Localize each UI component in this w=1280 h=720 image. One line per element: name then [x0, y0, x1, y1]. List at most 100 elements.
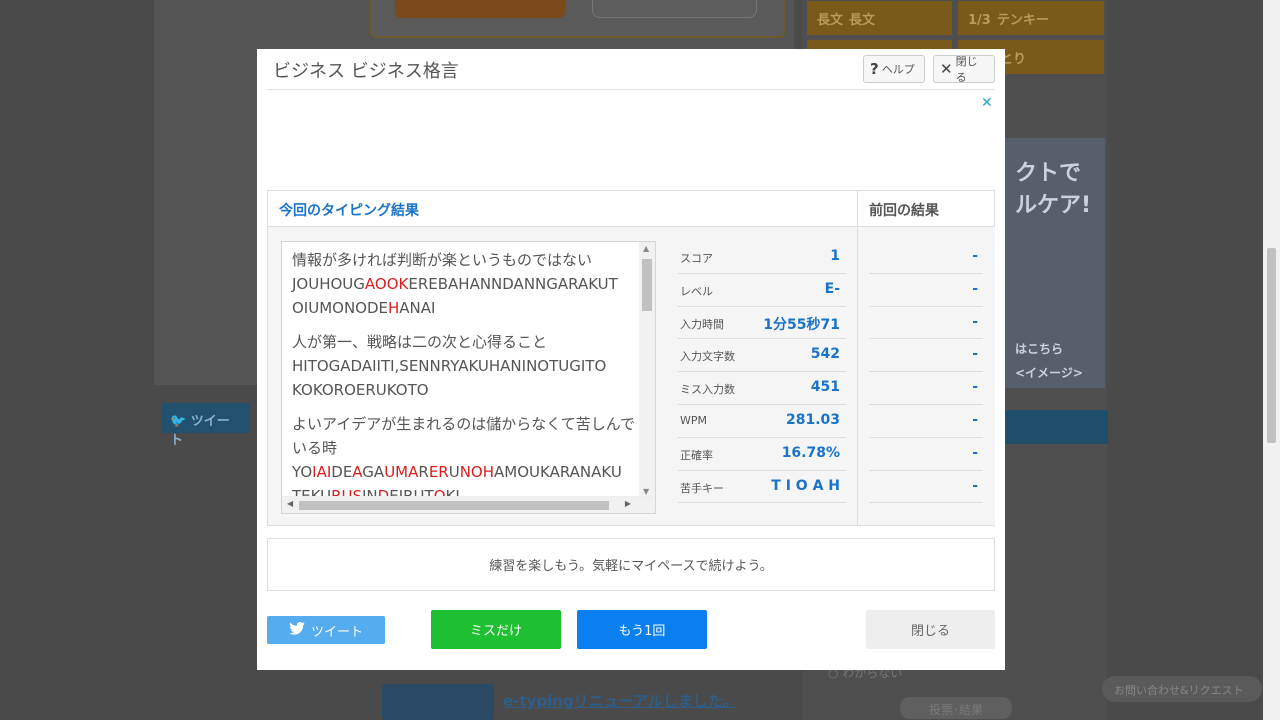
- scroll-left-icon[interactable]: ◀: [287, 499, 293, 508]
- page-scrollbar-thumb[interactable]: [1267, 248, 1276, 443]
- ad-close-icon[interactable]: ✕: [981, 95, 993, 111]
- missed-characters: ER: [428, 463, 449, 481]
- bg-secondary-button: [592, 0, 757, 18]
- stat-row: 入力時間 1分55秒71: [678, 307, 846, 340]
- missed-characters: AOOK: [364, 275, 409, 293]
- bg-tile-icon: 1/3: [968, 13, 991, 28]
- close-header-label: 閉じる: [955, 55, 978, 84]
- bg-ad-link: はこちら: [1015, 342, 1064, 356]
- bg-ad-caption: <イメージ>: [1015, 366, 1083, 380]
- stat-row: スコア 1: [678, 241, 846, 274]
- romaji-line: KOKOROERUKOTO: [292, 378, 644, 402]
- typed-characters: DE: [331, 463, 353, 481]
- typed-characters: YO: [292, 463, 313, 481]
- stat-value: T I O A H: [771, 477, 840, 494]
- text-vscroll-thumb[interactable]: [642, 259, 652, 311]
- stat-label: スコア: [680, 252, 713, 265]
- stat-value: 281.03: [785, 411, 840, 428]
- scroll-right-icon[interactable]: ▶: [625, 499, 631, 508]
- page-scrollbar[interactable]: [1263, 0, 1280, 720]
- current-result-heading: 今回のタイピング結果: [279, 203, 419, 219]
- bg-tile-tenkey: 1/3 テンキー: [958, 1, 1104, 35]
- text-hscroll-thumb[interactable]: [299, 501, 609, 510]
- previous-stat-value: -: [972, 477, 978, 494]
- close-button[interactable]: 閉じる: [866, 610, 995, 649]
- stat-value: 1分55秒71: [763, 316, 840, 333]
- results-panel: 今回のタイピング結果 前回の結果 情報が多ければ判断が楽というものではない JOU…: [267, 190, 995, 526]
- stat-label: 正確率: [680, 448, 713, 462]
- bg-tweet-button: 🐦 ツイート: [162, 403, 250, 448]
- bg-section-header: [1005, 410, 1108, 444]
- previous-stat-row: -: [869, 405, 983, 438]
- text-entry: 人が第一、戦略は二の次と心得ること HITOGADAIITI,SENNRYAKUH…: [292, 330, 644, 402]
- typed-characters: ANAI: [399, 299, 436, 317]
- text-entry: よいアイデアが生まれるのは儲からなくて苦しんでいる時 YOIAIDEAGAUMAR…: [292, 412, 644, 508]
- previous-result-header: 前回の結果: [857, 191, 995, 227]
- previous-stat-value: -: [972, 280, 978, 297]
- help-button[interactable]: ? ヘルプ: [863, 55, 925, 83]
- missed-characters: NOH: [459, 463, 495, 481]
- stat-label: WPM: [680, 413, 708, 427]
- bg-contact-button: お問い合わせ&リクエスト: [1102, 676, 1262, 702]
- stat-row: WPM 281.03: [678, 405, 846, 438]
- stat-label: 入力時間: [680, 317, 724, 331]
- previous-stat-value: -: [972, 346, 978, 363]
- japanese-sentence: 人が第一、戦略は二の次と心得ること: [292, 333, 548, 351]
- retry-button[interactable]: もう1回: [577, 610, 707, 649]
- bg-ad-text: クトで: [1015, 161, 1082, 186]
- typed-text-box[interactable]: 情報が多ければ判断が楽というものではない JOUHOUGAOOKEREBAHANN…: [281, 241, 656, 514]
- stat-row: ミス入力数 451: [678, 372, 846, 405]
- stat-row: 入力文字数 542: [678, 339, 846, 373]
- romaji-line: HITOGADAIITI,SENNRYAKUHANINOTUGITO: [292, 354, 644, 378]
- typed-text-content: 情報が多ければ判断が楽というものではない JOUHOUGAOOKEREBAHANN…: [292, 248, 644, 513]
- missed-characters: UMA: [384, 463, 419, 481]
- text-vertical-scrollbar[interactable]: ▲ ▼: [639, 242, 655, 498]
- bg-start-button: [395, 0, 565, 18]
- stats-list: スコア 1 レベル E- 入力時間 1分55秒71 入力文字数 542 ミス入力数 451 WPM 2…: [678, 241, 846, 504]
- previous-stat-value: -: [972, 248, 978, 264]
- missed-characters: H: [388, 299, 400, 317]
- typed-characters: HITOGADAIITI,SENNRYAKUHANINOTUGITO: [292, 357, 607, 375]
- previous-stat-value: -: [972, 444, 978, 461]
- stat-value: E-: [824, 280, 840, 297]
- typed-characters: AMOUKARANAKU: [494, 463, 622, 481]
- typed-characters: EREBAHANNDANNGARAKUT: [408, 275, 618, 293]
- scroll-down-icon[interactable]: ▼: [643, 487, 649, 496]
- typed-characters: R: [418, 463, 429, 481]
- close-header-button[interactable]: ✕ 閉じる: [933, 55, 995, 84]
- scroll-up-icon[interactable]: ▲: [643, 244, 649, 253]
- encouragement-message: 練習を楽しもう。気軽にマイペースで続けよう。: [267, 538, 995, 591]
- romaji-line: OIUMONODEHANAI: [292, 296, 644, 320]
- previous-result-heading: 前回の結果: [869, 203, 939, 219]
- missed-characters: A: [352, 463, 363, 481]
- romaji-line: YOIAIDEAGAUMARERUNOHAMOUKARANAKU: [292, 460, 644, 484]
- help-label: ヘルプ: [881, 63, 915, 76]
- text-entry: 情報が多ければ判断が楽というものではない JOUHOUGAOOKEREBAHANN…: [292, 248, 644, 320]
- previous-stat-row: -: [869, 307, 983, 340]
- japanese-sentence: 情報が多ければ判断が楽というものではない: [292, 251, 593, 269]
- twitter-bird-icon: [289, 621, 305, 639]
- stat-label: ミス入力数: [680, 383, 735, 397]
- current-result-header: 今回のタイピング結果: [268, 191, 857, 227]
- bg-tile-label: テンキー: [996, 13, 1049, 28]
- text-horizontal-scrollbar[interactable]: ◀ ▶: [282, 496, 655, 513]
- stat-value: 1: [830, 248, 840, 264]
- miss-only-button[interactable]: ミスだけ: [431, 610, 561, 649]
- tweet-button[interactable]: ツイート: [267, 616, 385, 644]
- previous-stats-list: - - - - - - - -: [869, 241, 983, 504]
- previous-result-body: - - - - - - - -: [857, 227, 995, 525]
- typed-characters: KOKOROERUKOTO: [292, 381, 429, 399]
- stat-value: 16.78%: [781, 444, 840, 461]
- stat-row: 正確率 16.78%: [678, 438, 846, 471]
- question-icon: ?: [870, 60, 879, 78]
- previous-stat-row: -: [869, 274, 983, 307]
- stat-label: 入力文字数: [680, 350, 735, 364]
- result-modal: ビジネス ビジネス格言 ? ヘルプ ✕ 閉じる ✕ 今回のタイピング結果 前回の…: [257, 49, 1005, 670]
- stat-label: レベル: [680, 284, 713, 298]
- tweet-label: ツイート: [310, 624, 363, 640]
- typed-characters: JOUHOUG: [292, 275, 365, 293]
- bg-tile-icon: 長文: [817, 13, 844, 28]
- stat-row: レベル E-: [678, 274, 846, 307]
- bg-tile-label: 長文: [849, 13, 876, 28]
- bg-advertisement: クトで ルケア! はこちら <イメージ>: [1005, 138, 1105, 388]
